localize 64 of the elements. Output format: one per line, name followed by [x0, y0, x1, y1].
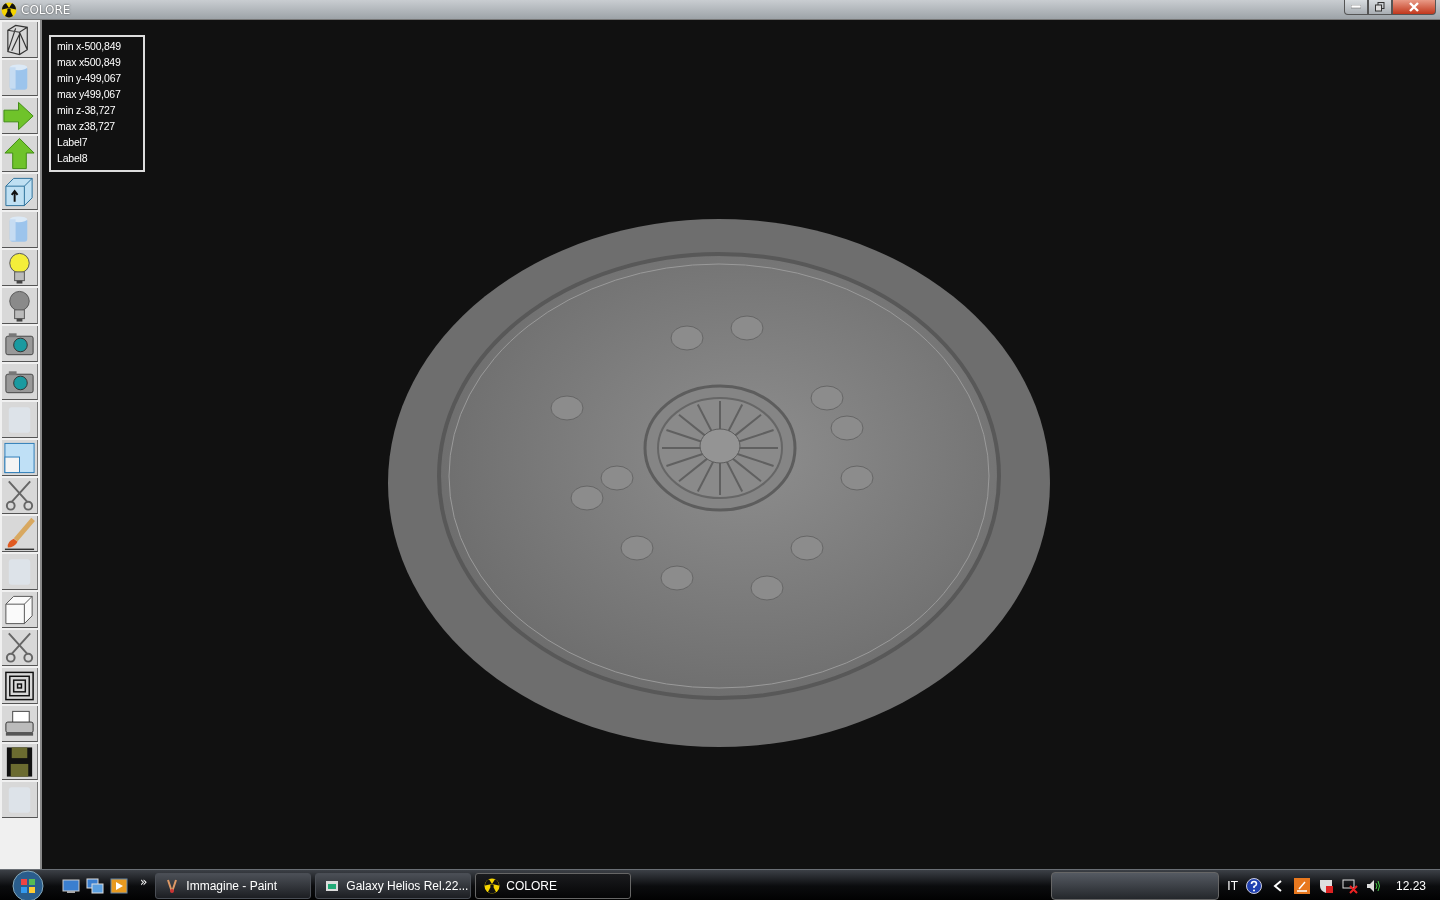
light-bulb-icon: [9, 252, 30, 284]
info-label: max y499,067: [57, 87, 122, 102]
close-icon: [1408, 2, 1420, 12]
restore-icon: [1375, 2, 1385, 12]
toolbar-button[interactable]: [2, 60, 38, 96]
info-label: max z38,727: [57, 119, 116, 134]
minimize-button[interactable]: [1344, 0, 1368, 15]
light-bulb-icon: [9, 290, 30, 322]
volume-icon[interactable]: [1365, 878, 1382, 894]
taskbar-button[interactable]: Immagine - Paint: [155, 873, 312, 899]
shield-icon[interactable]: [1317, 878, 1334, 894]
up-arrow-icon: [4, 137, 35, 170]
brush-icon: [4, 517, 35, 551]
info-label: min y-499,067: [57, 71, 122, 86]
toolbar-button[interactable]: [2, 744, 38, 780]
desktop-icon[interactable]: [62, 878, 80, 894]
toolbar-button[interactable]: [2, 554, 38, 590]
more-chevron[interactable]: »: [140, 875, 148, 889]
toolbar-button[interactable]: [2, 22, 38, 58]
printer-icon: [5, 710, 34, 736]
info-label: min z-38,727: [57, 103, 117, 118]
taskbar-button[interactable]: COLORE: [475, 873, 632, 899]
wireframe-box-icon: [7, 24, 28, 56]
box-arrow-icon: [5, 177, 33, 207]
play-icon[interactable]: [110, 878, 128, 894]
toolbar-button[interactable]: [2, 782, 38, 818]
restore-button[interactable]: [1368, 0, 1392, 15]
media-player-toolbar[interactable]: [1051, 872, 1220, 900]
toolbar-button[interactable]: [2, 668, 38, 704]
toolbar-button[interactable]: [2, 212, 38, 248]
toolbar-button[interactable]: [2, 174, 38, 210]
toolbar-button[interactable]: [2, 706, 38, 742]
nested-squares-icon: [5, 671, 34, 701]
app-tray-icon[interactable]: [1293, 878, 1310, 894]
clock[interactable]: 12.23: [1395, 879, 1426, 893]
cube-icon: [5, 595, 33, 625]
radiation-icon: [1, 1, 17, 18]
camera-icon: [5, 333, 34, 356]
network-icon[interactable]: [1341, 878, 1358, 894]
scissors-icon: [5, 480, 34, 511]
close-button[interactable]: [1392, 0, 1436, 15]
app-window-icon: [324, 878, 341, 894]
window-title: COLORE: [21, 2, 72, 17]
toolbar-button[interactable]: [2, 592, 38, 628]
cylinder-icon: [9, 64, 28, 90]
language-indicator[interactable]: IT: [1227, 879, 1238, 893]
camera-icon: [5, 371, 34, 394]
toolbar-button[interactable]: [2, 516, 38, 552]
windows-icon: [4, 442, 35, 474]
windows-icon[interactable]: [86, 878, 104, 894]
minimize-icon: [1351, 5, 1361, 9]
info-label: min x-500,849: [57, 39, 122, 54]
toolbar-button[interactable]: [2, 250, 38, 286]
info-label: max x500,849: [57, 55, 122, 70]
scissors-icon: [5, 632, 34, 663]
toolbar-button[interactable]: [2, 402, 38, 438]
help-icon[interactable]: [1245, 878, 1262, 894]
radiation-icon: [484, 878, 501, 894]
info-label: Label7: [57, 135, 89, 150]
cylinder-icon: [9, 216, 28, 242]
taskbar-button[interactable]: Galaxy Helios Rel.22...: [315, 873, 472, 899]
right-arrow-icon: [3, 101, 34, 131]
info-label: Label8: [57, 151, 89, 166]
toolbar-button[interactable]: [2, 440, 38, 476]
